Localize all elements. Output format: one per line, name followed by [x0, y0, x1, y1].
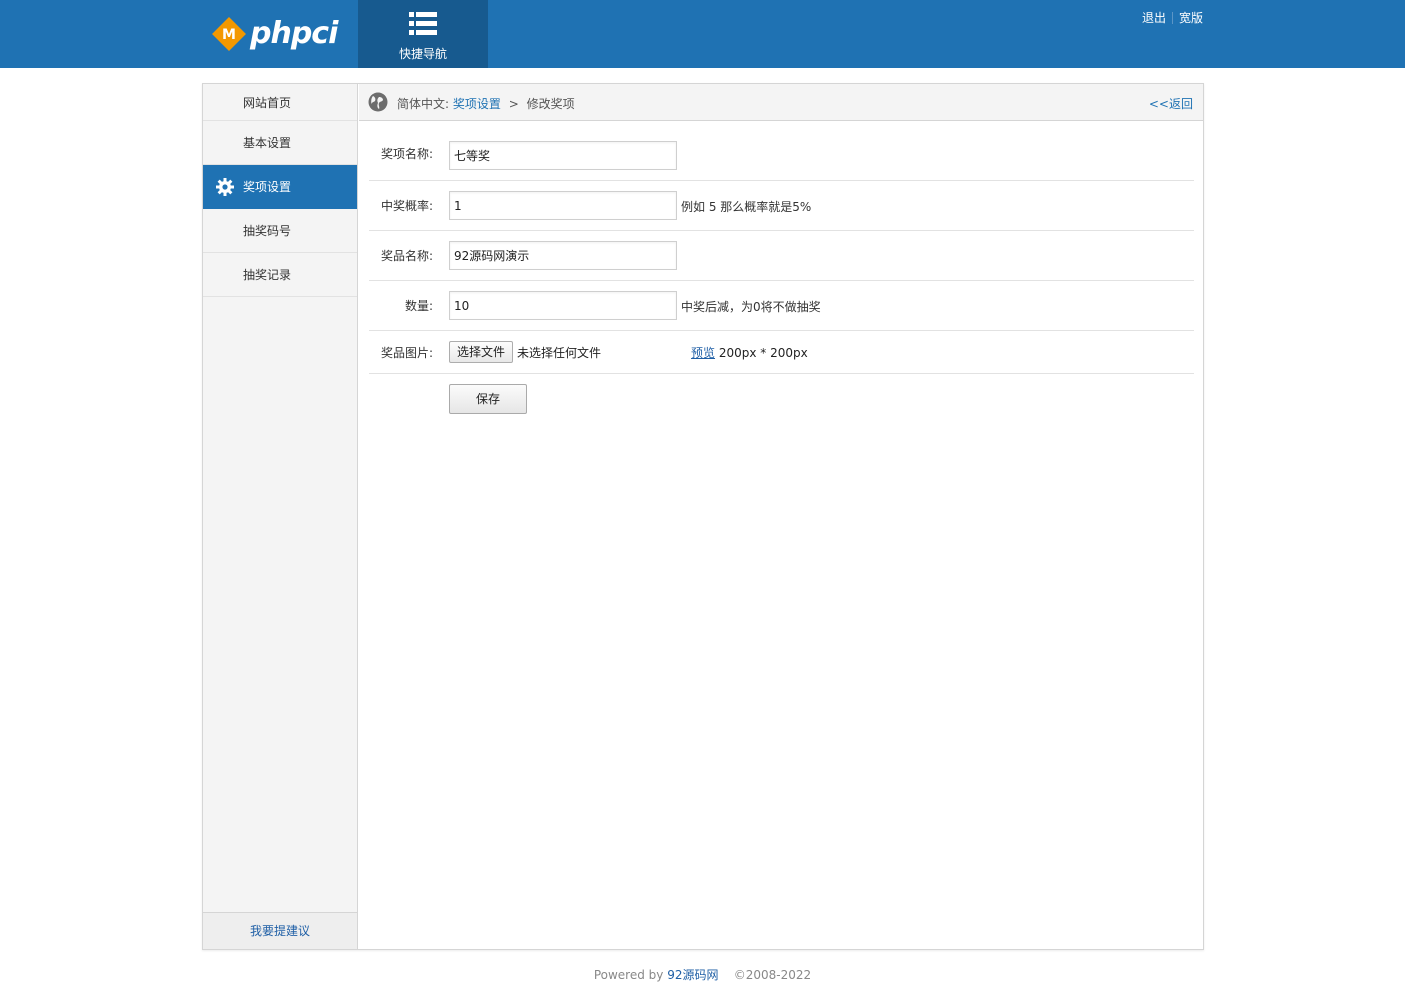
save-button[interactable]: 保存 [449, 384, 527, 414]
sidebar-item-label: 网站首页 [243, 95, 292, 110]
footer-copyright: ©2008-2022 [733, 968, 812, 982]
logo-text: phpci [250, 16, 338, 51]
preview-link[interactable]: 预览 [691, 346, 715, 360]
footer-brand-link[interactable]: 92源码网 [667, 968, 718, 982]
logo-diamond-icon: M [212, 17, 246, 51]
sidebar-footer: 我要提建议 [203, 912, 357, 949]
quantity-label: 数量: [404, 299, 433, 313]
image-size-note: 200px * 200px [718, 346, 808, 360]
probability-input[interactable] [449, 191, 677, 220]
sidebar-item-label: 奖项设置 [243, 180, 292, 194]
form-row-image: 奖品图片: 选择文件 未选择任何文件 预览 200px * 200px [369, 331, 1194, 374]
sidebar: 网站首页 基本设置 奖项设置 抽奖码号 抽奖记录 我要提建议 [203, 84, 358, 949]
logout-link[interactable]: 退出 [1142, 9, 1166, 26]
breadcrumb-current: 修改奖项 [526, 97, 575, 111]
svg-text:M: M [222, 27, 236, 43]
breadcrumb-root: 简体中文: [397, 97, 450, 111]
wide-layout-link[interactable]: 宽版 [1179, 9, 1203, 26]
page-footer: Powered by 92源码网 ©2008-2022 [0, 966, 1405, 983]
probability-label: 中奖概率: [380, 199, 433, 213]
breadcrumb-bar: 简体中文: 奖项设置 > 修改奖项 <<返回 [359, 84, 1203, 121]
sidebar-item-label: 基本设置 [243, 136, 292, 150]
prize-name-label: 奖项名称: [380, 147, 433, 161]
top-header: M phpci 快捷导航 退出 宽版 [0, 0, 1405, 68]
sidebar-item-lottery-records[interactable]: 抽奖记录 [203, 253, 357, 297]
main-container: 网站首页 基本设置 奖项设置 抽奖码号 抽奖记录 我要提建议 简体中文: 奖项设… [202, 83, 1204, 950]
sidebar-item-label: 抽奖记录 [243, 268, 292, 282]
sidebar-item-label: 抽奖码号 [243, 224, 292, 238]
goods-name-label: 奖品名称: [380, 249, 433, 263]
quick-nav-label: 快捷导航 [398, 47, 447, 61]
quantity-hint: 中奖后减，为0将不做抽奖 [681, 300, 821, 314]
choose-file-button[interactable]: 选择文件 [449, 341, 513, 363]
gear-icon [216, 178, 234, 196]
form-row-prize-name: 奖项名称: [369, 129, 1194, 181]
content-area: 简体中文: 奖项设置 > 修改奖项 <<返回 奖项名称: 中奖概率: 例如 5 … [359, 84, 1203, 949]
feedback-link[interactable]: 我要提建议 [250, 924, 310, 938]
breadcrumb-separator: > [508, 97, 519, 111]
quantity-input[interactable] [449, 291, 677, 320]
sidebar-item-prize-settings[interactable]: 奖项设置 [203, 165, 357, 209]
sidebar-item-lottery-codes[interactable]: 抽奖码号 [203, 209, 357, 253]
form-row-goods-name: 奖品名称: [369, 231, 1194, 281]
globe-icon [368, 92, 388, 112]
back-link[interactable]: <<返回 [1149, 95, 1193, 112]
quick-nav-button[interactable]: 快捷导航 [358, 0, 488, 68]
breadcrumb: 简体中文: 奖项设置 > 修改奖项 [397, 95, 575, 112]
form-row-quantity: 数量: 中奖后减，为0将不做抽奖 [369, 281, 1194, 331]
footer-powered-by: Powered by [593, 968, 664, 982]
logo[interactable]: M phpci [212, 16, 338, 51]
breadcrumb-link-prize-settings[interactable]: 奖项设置 [453, 97, 501, 111]
top-links: 退出 宽版 [1142, 9, 1203, 26]
sidebar-item-home[interactable]: 网站首页 [203, 84, 357, 121]
file-status-text: 未选择任何文件 [517, 346, 602, 360]
sidebar-item-basic-settings[interactable]: 基本设置 [203, 121, 357, 165]
goods-name-input[interactable] [449, 241, 677, 270]
probability-hint: 例如 5 那么概率就是5% [681, 200, 812, 214]
prize-name-input[interactable] [449, 141, 677, 170]
preview-group: 预览 200px * 200px [691, 344, 808, 361]
image-label: 奖品图片: [380, 346, 433, 360]
form-row-probability: 中奖概率: 例如 5 那么概率就是5% [369, 181, 1194, 231]
top-links-divider [1171, 11, 1173, 24]
list-menu-icon [409, 12, 437, 35]
